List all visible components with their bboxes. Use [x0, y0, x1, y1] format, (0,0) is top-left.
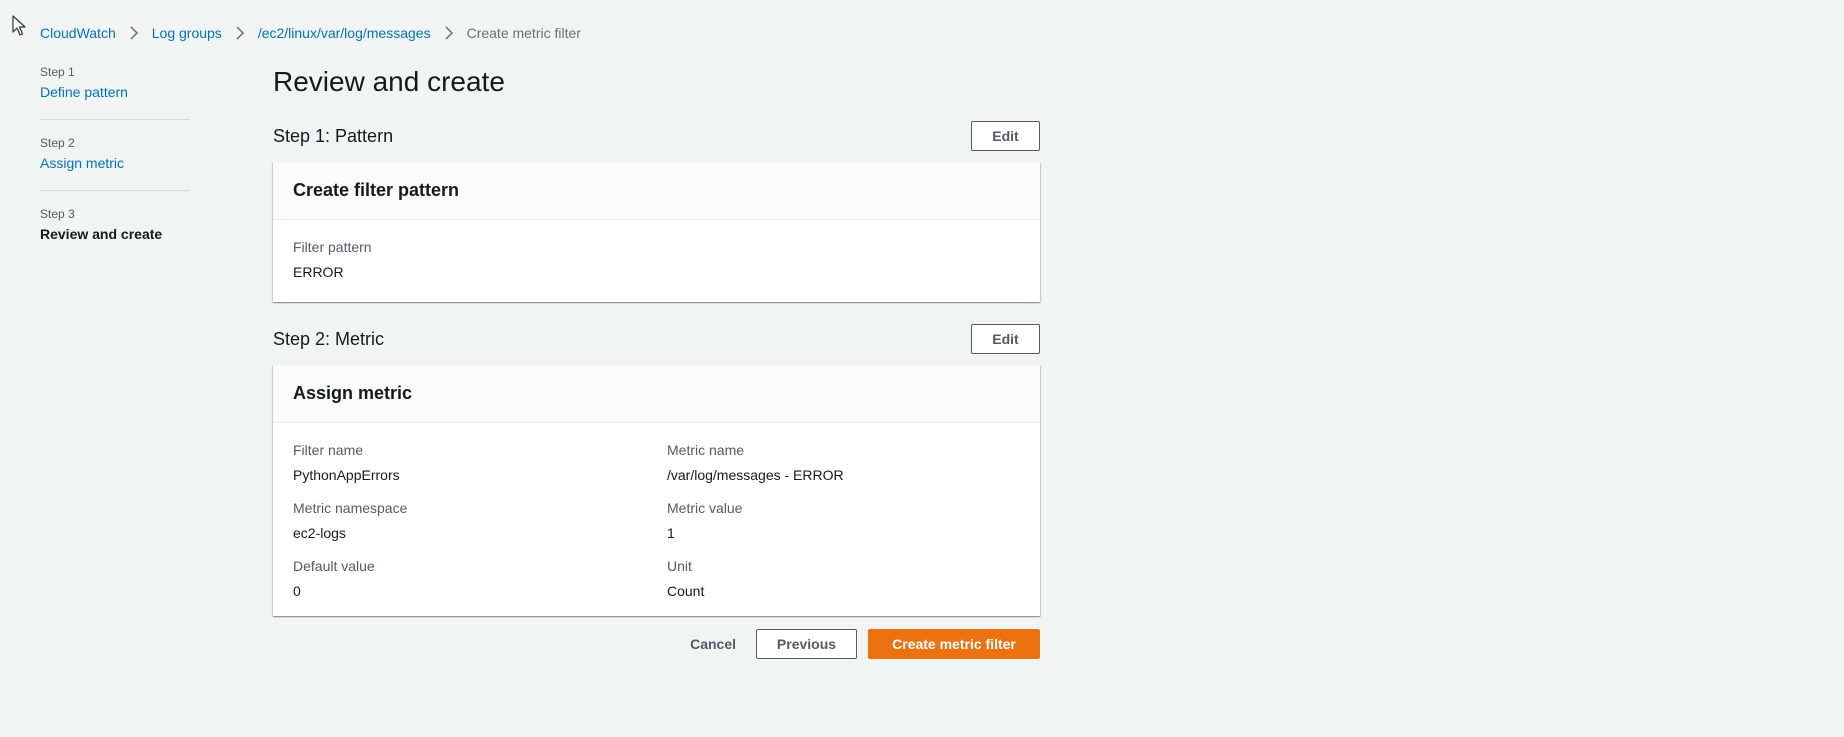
filter-name-label: Filter name	[293, 442, 364, 458]
step-number: Step 3	[40, 207, 75, 221]
breadcrumb-cloudwatch[interactable]: CloudWatch	[40, 24, 116, 42]
unit-label: Unit	[667, 558, 692, 574]
section-metric-header: Step 2: Metric Edit	[273, 321, 1040, 357]
wizard-actions: Cancel Previous Create metric filter	[273, 629, 1040, 659]
wizard-step-1: Step 1 Define pattern	[40, 64, 190, 135]
metric-details-grid: Filter name PythonAppErrors Metric name …	[293, 441, 1020, 600]
unit-field: Unit Count	[667, 557, 1041, 600]
metric-value-value: 1	[667, 525, 675, 541]
step-link-assign-metric[interactable]: Assign metric	[40, 153, 190, 173]
metric-namespace-field: Metric namespace ec2-logs	[293, 499, 667, 542]
section-title: Step 1: Pattern	[273, 126, 394, 146]
edit-pattern-button[interactable]: Edit	[971, 121, 1040, 151]
breadcrumb: CloudWatch Log groups /ec2/linux/var/log…	[40, 24, 581, 42]
card-title: Create filter pattern	[273, 162, 1040, 220]
page-title: Review and create	[273, 66, 505, 97]
metric-name-label: Metric name	[667, 442, 745, 458]
metric-card: Assign metric Filter name PythonAppError…	[273, 365, 1040, 616]
wizard-steps: Step 1 Define pattern Step 2 Assign metr…	[40, 64, 190, 277]
main-content: Review and create Step 1: Pattern Edit C…	[273, 62, 1040, 659]
breadcrumb-current: Create metric filter	[466, 25, 581, 41]
default-value-value: 0	[293, 583, 301, 599]
step-number: Step 2	[40, 136, 75, 150]
card-body: Filter name PythonAppErrors Metric name …	[273, 423, 1040, 616]
wizard-step-3: Step 3 Review and create	[40, 206, 190, 277]
previous-button[interactable]: Previous	[756, 629, 857, 659]
chevron-right-icon	[236, 26, 244, 40]
step-divider	[40, 190, 190, 191]
card-title: Assign metric	[273, 365, 1040, 423]
metric-name-value: /var/log/messages - ERROR	[667, 467, 844, 483]
mouse-pointer-icon	[12, 15, 26, 36]
edit-metric-button[interactable]: Edit	[971, 324, 1040, 354]
chevron-right-icon	[130, 26, 138, 40]
unit-value: Count	[667, 583, 705, 599]
metric-value-label: Metric value	[667, 500, 743, 516]
metric-name-field: Metric name /var/log/messages - ERROR	[667, 441, 1041, 484]
filter-pattern-label: Filter pattern	[293, 239, 372, 255]
breadcrumb-log-group[interactable]: /ec2/linux/var/log/messages	[258, 24, 431, 42]
section-pattern-header: Step 1: Pattern Edit	[273, 118, 1040, 154]
step-link-define-pattern[interactable]: Define pattern	[40, 82, 190, 102]
metric-namespace-label: Metric namespace	[293, 500, 408, 516]
metric-namespace-value: ec2-logs	[293, 525, 346, 541]
filter-name-value: PythonAppErrors	[293, 467, 400, 483]
card-body: Filter pattern ERROR	[273, 220, 1040, 302]
wizard-step-2: Step 2 Assign metric	[40, 135, 190, 206]
filter-pattern-value: ERROR	[293, 264, 344, 280]
section-title: Step 2: Metric	[273, 329, 385, 349]
step-divider	[40, 119, 190, 120]
cancel-button[interactable]: Cancel	[670, 629, 756, 659]
metric-value-field: Metric value 1	[667, 499, 1041, 542]
chevron-right-icon	[445, 26, 453, 40]
create-metric-filter-button[interactable]: Create metric filter	[868, 629, 1040, 659]
step-number: Step 1	[40, 65, 75, 79]
default-value-label: Default value	[293, 558, 375, 574]
default-value-field: Default value 0	[293, 557, 667, 600]
breadcrumb-log-groups[interactable]: Log groups	[152, 24, 222, 42]
filter-name-field: Filter name PythonAppErrors	[293, 441, 667, 484]
step-current-review: Review and create	[40, 226, 163, 242]
pattern-card: Create filter pattern Filter pattern ERR…	[273, 162, 1040, 302]
